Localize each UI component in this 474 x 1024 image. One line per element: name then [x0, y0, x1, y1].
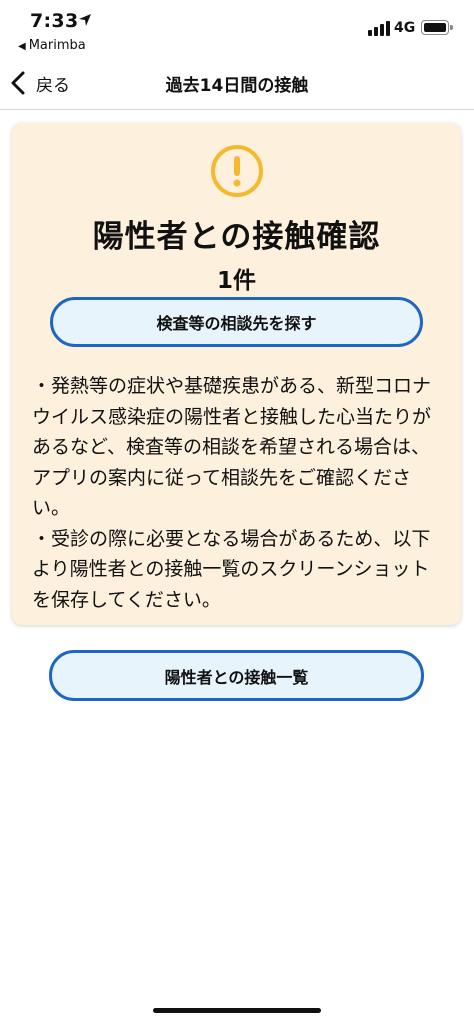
- network-type: 4G: [394, 20, 416, 36]
- card-title: 陽性者との接触確認: [92, 219, 381, 255]
- back-to-app-link[interactable]: ◀ Marimba: [18, 38, 86, 53]
- home-indicator[interactable]: [153, 1008, 321, 1013]
- back-triangle-icon: ◀: [18, 41, 26, 52]
- note-paragraph: ・受診の際に必要となる場合があるため、以下より陽性者との接触一覧のスクリーンショ…: [32, 527, 431, 611]
- contact-confirmation-card: 陽性者との接触確認 1件 検査等の相談先を探す ・発熱等の症状や基礎疾患がある、…: [12, 123, 461, 625]
- back-app-label: Marimba: [28, 38, 86, 53]
- note-paragraph: ・発熱等の症状や基礎疾患がある、新型コロナウイルス感染症の陽性者と接触した心当た…: [32, 375, 432, 519]
- notes-text: ・発熱等の症状や基礎疾患がある、新型コロナウイルス感染症の陽性者と接触した心当た…: [32, 371, 444, 615]
- navigation-bar: 戻る 過去14日間の接触: [0, 56, 474, 110]
- location-arrow-icon: [79, 14, 91, 26]
- cellular-signal-icon: [368, 20, 390, 36]
- warning-circle-icon: [211, 145, 263, 197]
- contact-count: 1件: [216, 268, 256, 294]
- status-time: 7:33: [30, 10, 79, 32]
- find-consultation-button[interactable]: 検査等の相談先を探す: [50, 297, 423, 347]
- contact-list-button[interactable]: 陽性者との接触一覧: [49, 650, 424, 701]
- status-bar: 7:33 ◀ Marimba 4G: [0, 0, 474, 56]
- page-title: 過去14日間の接触: [165, 76, 309, 96]
- battery-icon: [421, 20, 453, 35]
